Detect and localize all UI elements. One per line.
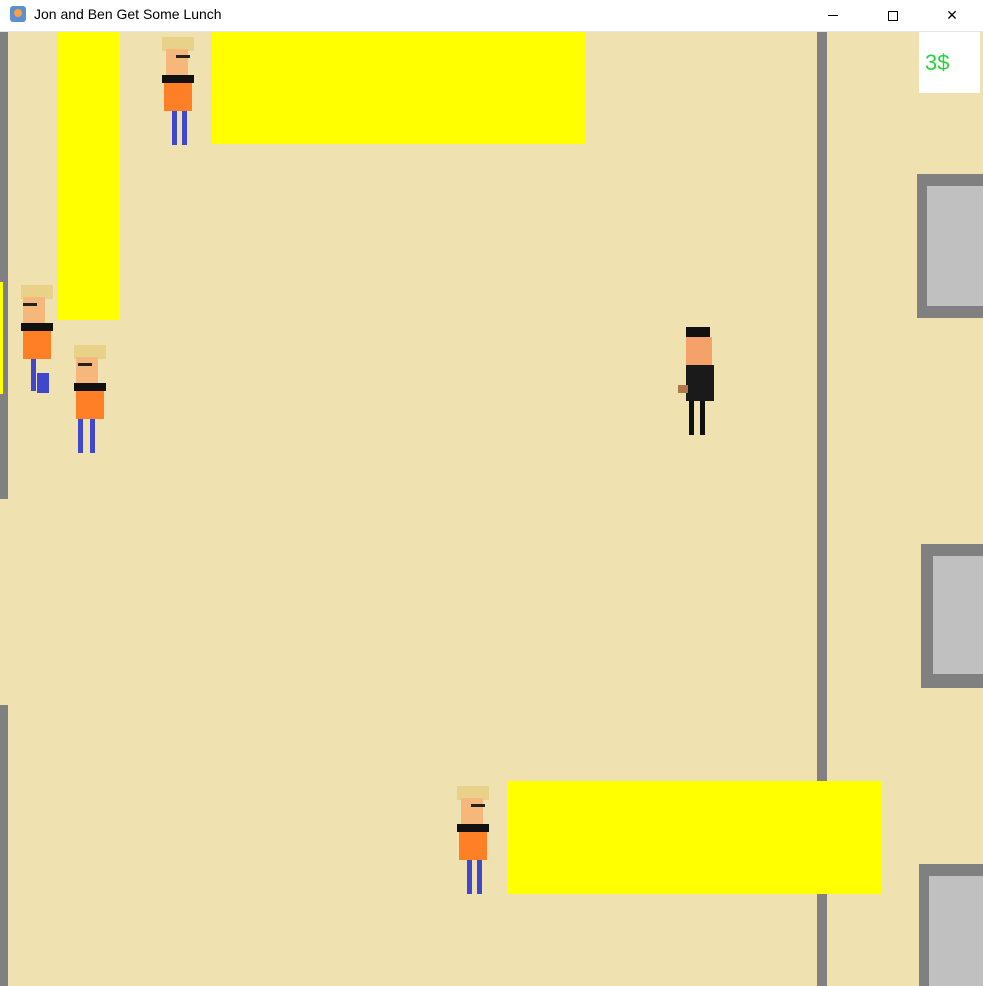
npc-face [76,357,98,383]
npc-face [461,798,483,824]
npc-customer-1 [160,37,196,145]
door-3-panel [929,876,983,986]
door-1-panel [927,186,983,306]
npc-face [23,297,45,323]
java-app-icon [10,6,26,22]
player-shirt [686,365,714,401]
maximize-button[interactable] [870,0,916,31]
table-bottom [507,781,882,894]
minimize-button[interactable] [810,0,856,31]
npc-leg-right [90,419,95,453]
money-amount: 3$ [925,50,950,75]
npc-collar [21,323,53,331]
npc-collar [162,75,194,83]
npc-leg-right [182,111,187,145]
close-button[interactable]: ✕ [929,0,975,31]
left-wall-marker [0,282,3,394]
npc-leg-right [477,860,482,894]
left-wall-upper [0,32,8,499]
npc-shirt [76,391,104,419]
title-bar: Jon and Ben Get Some Lunch ✕ [0,0,983,32]
npc-leg-left [78,419,83,453]
npc-shirt [459,832,487,860]
player-leg-right [700,401,705,435]
npc-customer-2 [19,285,55,395]
npc-customer-3 [72,345,108,453]
npc-collar [457,824,489,832]
door-3 [919,864,983,986]
player-leg-left [689,401,694,435]
npc-leg-left [467,860,472,894]
window-title: Jon and Ben Get Some Lunch [34,6,222,22]
money-display: 3$ [919,32,980,93]
npc-shirt [23,331,51,359]
player-character [676,327,716,435]
door-2 [921,544,983,688]
npc-face [166,49,188,75]
maximize-icon [888,10,898,21]
table-left-vertical [57,32,120,320]
minimize-icon [828,15,838,16]
table-top [212,32,586,144]
npc-collar [74,383,106,391]
player-arm [678,385,688,393]
glasses-icon [78,363,92,366]
glasses-icon [471,804,485,807]
glasses-icon [23,303,37,306]
glasses-icon [176,55,190,58]
game-canvas[interactable]: 3$ [0,32,983,986]
close-icon: ✕ [946,7,958,24]
door-1 [917,174,983,318]
npc-shirt [164,83,192,111]
npc-leg-right [37,373,49,393]
left-wall-lower [0,705,8,986]
npc-customer-4 [455,786,491,894]
player-face [686,337,712,365]
npc-leg-left [172,111,177,145]
npc-leg-left [31,359,36,391]
door-2-panel [933,556,983,674]
